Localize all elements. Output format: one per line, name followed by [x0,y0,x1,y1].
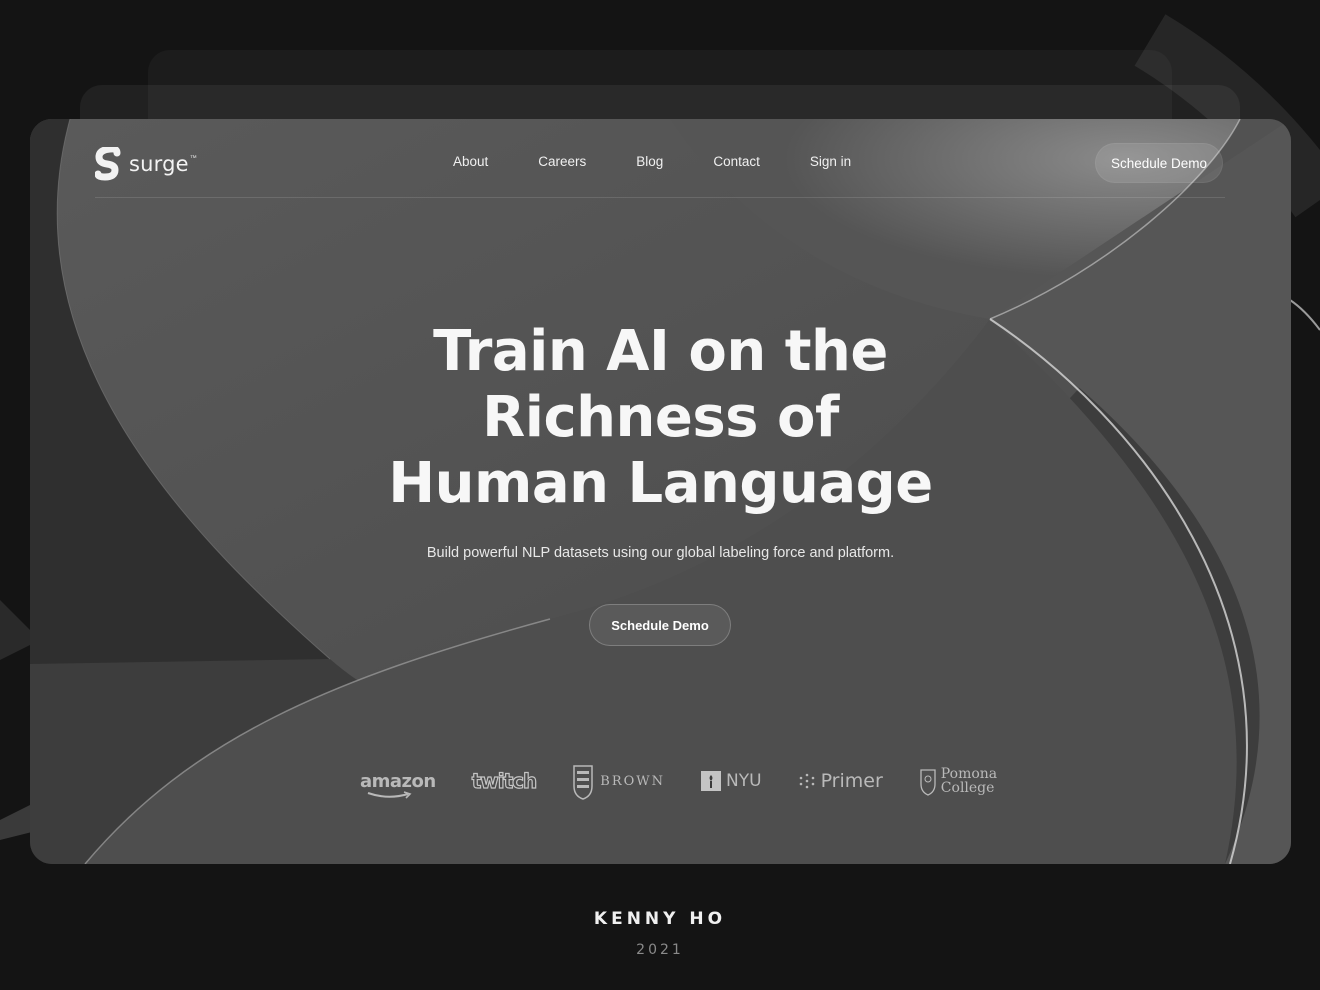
nav-schedule-demo-button[interactable]: Schedule Demo [1095,143,1223,183]
nyu-logo: NYU [701,771,762,791]
trademark-symbol: ™ [189,154,197,162]
surge-logo-icon [95,147,121,181]
twitch-wordmark: twitch [471,768,538,793]
top-navigation: surge ™ About Careers Blog Contact Sign … [95,141,1225,198]
nyu-torch-icon [701,771,722,791]
primer-dots-icon [799,773,814,789]
amazon-wordmark: amazon [360,770,436,792]
amazon-logo: amazon [360,770,436,799]
hero-schedule-demo-button[interactable]: Schedule Demo [589,604,731,646]
brown-crest-icon [573,765,594,800]
nav-link-sign-in[interactable]: Sign in [810,154,851,169]
nav-link-blog[interactable]: Blog [636,154,663,169]
pomona-wordmark-line-1: Pomona [940,766,998,782]
hero-title-line-2: Richness of [482,385,839,450]
pomona-wordmark-line-2: College [940,780,995,796]
hero-title: Train AI on the Richness of Human Langua… [30,319,1291,517]
hero-title-line-1: Train AI on the [433,319,888,384]
primer-wordmark: Primer [820,770,883,792]
pomona-seal-icon [920,769,936,796]
primer-logo: Primer [798,770,883,792]
designer-credit: KENNY HO [593,909,727,929]
nav-link-contact[interactable]: Contact [713,154,760,169]
surge-logo[interactable]: surge ™ [95,147,197,181]
hero-subtitle: Build powerful NLP datasets using our gl… [426,545,895,561]
client-logos: amazon twitch BROWN NYU Primer Pomona Co… [360,761,997,801]
brown-logo: BROWN [572,762,665,800]
hero-title-line-3: Human Language [388,451,933,516]
browser-window: surge ™ About Careers Blog Contact Sign … [30,119,1291,864]
pomona-logo: Pomona College [919,766,997,796]
amazon-smile-icon [367,790,412,799]
credit-year: 2021 [636,942,684,958]
nav-link-careers[interactable]: Careers [538,154,586,169]
brand-name: surge [129,152,189,176]
nyu-wordmark: NYU [726,771,762,791]
nav-menu: About Careers Blog Contact Sign in [453,154,901,169]
brown-wordmark: BROWN [600,773,666,789]
nav-link-about[interactable]: About [453,154,488,169]
twitch-logo: twitch [471,768,538,793]
